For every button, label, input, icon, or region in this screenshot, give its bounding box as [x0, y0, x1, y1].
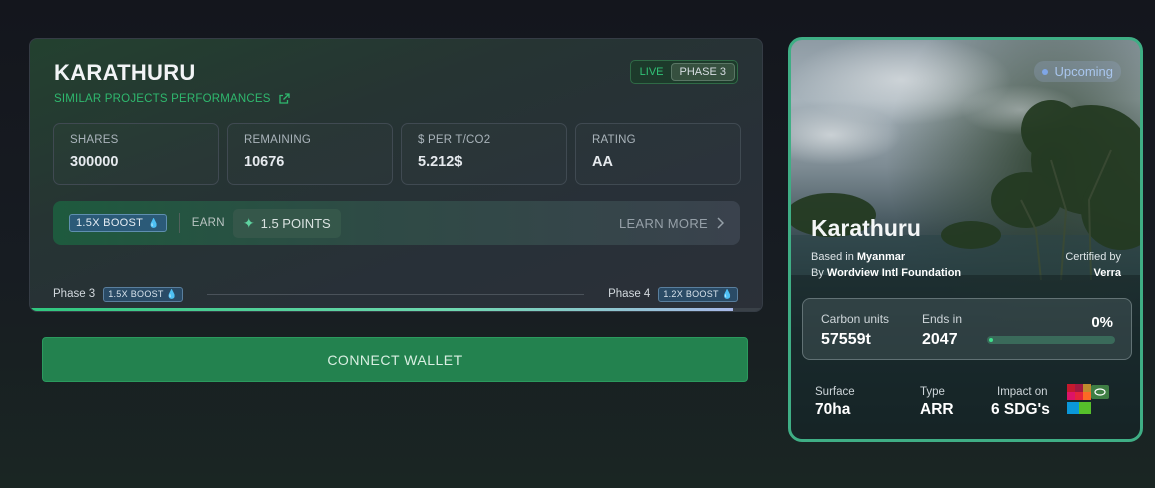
drop-icon: 💧 — [148, 217, 160, 228]
points-pill: ✦ 1.5 POINTS — [232, 208, 341, 238]
stat-value: AA — [592, 154, 613, 170]
type-label: Type — [920, 386, 945, 398]
stat-value: 10676 — [244, 154, 285, 170]
stats-row: SHARES 300000 REMAINING 10676 $ PER T/CO… — [53, 123, 741, 185]
project-title: KARATHURU — [54, 60, 196, 85]
sdg-icons — [1067, 384, 1109, 414]
stat-label: REMAINING — [244, 134, 311, 146]
learn-more-label: LEARN MORE — [619, 215, 708, 231]
project-card[interactable]: Upcoming Karathuru Based in Myanmar By W… — [788, 37, 1143, 442]
phase-progress-fill — [30, 308, 733, 311]
ends-in-label: Ends in — [922, 312, 963, 326]
similar-projects-link[interactable]: SIMILAR PROJECTS PERFORMANCES — [54, 93, 290, 105]
funding-progress-bar — [987, 336, 1115, 344]
divider — [178, 213, 180, 233]
stat-label: SHARES — [70, 134, 119, 146]
carbon-units-label: Carbon units — [821, 312, 890, 326]
live-badge: LIVE — [639, 66, 664, 78]
current-phase-boost: 1.5X BOOST 💧 — [103, 286, 183, 302]
boost-bar: 1.5X BOOST 💧 EARN ✦ 1.5 POINTS LEARN MOR… — [53, 201, 740, 245]
funding-progress-fill — [989, 338, 993, 342]
stat-shares: SHARES 300000 — [53, 123, 219, 185]
stat-value: 5.212$ — [418, 154, 463, 170]
status-dot-icon — [1042, 68, 1049, 75]
certification-info: Certified by Verra — [1065, 249, 1121, 281]
next-phase-label: Phase 4 — [608, 288, 651, 300]
boost-chip-label: 1.5X BOOST — [76, 217, 144, 229]
stat-rating: RATING AA — [575, 123, 741, 185]
card-title: Karathuru — [811, 215, 921, 241]
type-value: ARR — [920, 401, 954, 418]
country: Myanmar — [856, 251, 906, 263]
funding-percent: 0% — [1091, 314, 1113, 331]
surface-value: 70ha — [815, 401, 851, 418]
developer-line: By Wordview Intl Foundation — [811, 265, 961, 281]
connect-wallet-button[interactable]: CONNECT WALLET — [42, 337, 748, 382]
stat-label: RATING — [592, 134, 636, 146]
next-phase-boost-label: 1.2X BOOST — [663, 288, 719, 299]
impact-label: Impact on — [997, 386, 1048, 398]
carbon-summary: Carbon units 57559t Ends in 2047 0% — [802, 298, 1132, 360]
status-badges: LIVE PHASE 3 — [629, 60, 738, 84]
project-panel: KARATHURU SIMILAR PROJECTS PERFORMANCES … — [29, 38, 763, 312]
upcoming-badge: Upcoming — [1034, 61, 1121, 82]
current-phase-boost-label: 1.5X BOOST — [108, 288, 164, 299]
points-value: 1.5 POINTS — [260, 215, 331, 231]
phase-row: Phase 3 1.5X BOOST 💧 Phase 4 1.2X BOOST … — [53, 286, 738, 302]
chevron-right-icon — [717, 217, 724, 229]
current-phase-label: Phase 3 — [53, 288, 96, 300]
boost-chip: 1.5X BOOST 💧 — [69, 214, 167, 232]
sparkle-icon: ✦ — [242, 214, 255, 231]
learn-more-link[interactable]: LEARN MORE — [619, 216, 724, 231]
location-info: Based in Myanmar By Wordview Intl Founda… — [811, 249, 961, 281]
certified-label: Certified by — [1065, 251, 1121, 263]
ends-in-value: 2047 — [922, 331, 958, 348]
external-link-icon — [279, 93, 290, 104]
similar-projects-label: SIMILAR PROJECTS PERFORMANCES — [54, 93, 271, 105]
stat-remaining: REMAINING 10676 — [227, 123, 393, 185]
next-phase-boost: 1.2X BOOST 💧 — [658, 286, 738, 302]
based-in-line: Based in Myanmar — [811, 249, 961, 265]
developer: Wordview Intl Foundation — [826, 267, 962, 279]
earn-label: EARN — [191, 217, 225, 229]
drop-icon: 💧 — [721, 288, 733, 299]
stat-label: $ PER T/CO2 — [418, 134, 491, 146]
by-prefix: By — [811, 267, 824, 279]
phase-badge: PHASE 3 — [670, 63, 735, 81]
surface-label: Surface — [815, 386, 855, 398]
upcoming-label: Upcoming — [1054, 64, 1113, 79]
based-prefix: Based in — [811, 251, 854, 263]
certifier: Verra — [1093, 267, 1121, 279]
phase-track — [206, 293, 585, 295]
stat-value: 300000 — [70, 154, 119, 170]
stat-price: $ PER T/CO2 5.212$ — [401, 123, 567, 185]
drop-icon: 💧 — [166, 288, 178, 299]
carbon-units-value: 57559t — [821, 331, 871, 348]
impact-value: 6 SDG's — [991, 401, 1050, 418]
